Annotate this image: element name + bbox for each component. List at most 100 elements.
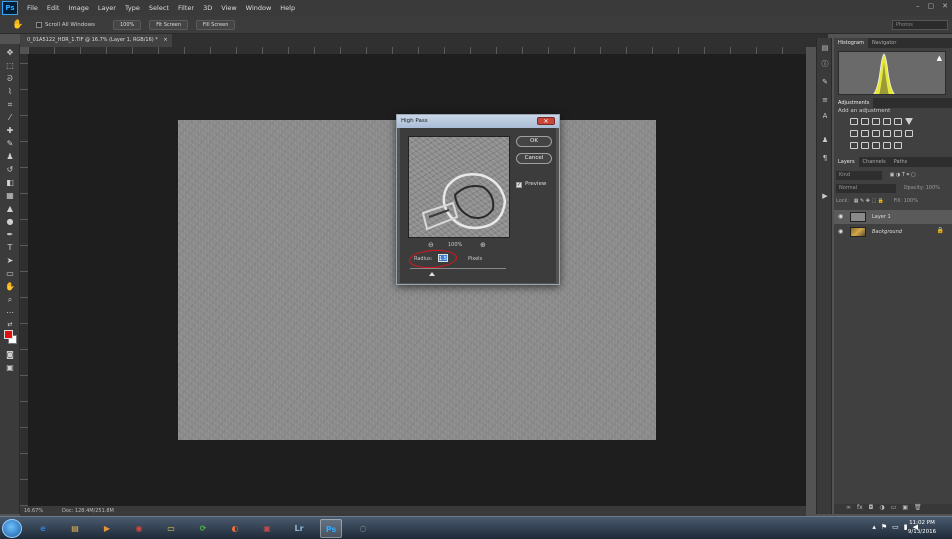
properties-panel-icon[interactable]: ≡ xyxy=(820,96,830,105)
menu-help[interactable]: Help xyxy=(280,4,295,12)
taskbar-app-app-11[interactable]: ◌ xyxy=(352,519,374,538)
visibility-eye-icon[interactable]: ◉ xyxy=(838,213,843,220)
status-zoom[interactable]: 16.67% xyxy=(24,506,43,516)
zoom-in-icon[interactable]: ⊕ xyxy=(480,241,486,249)
cancel-button[interactable]: Cancel xyxy=(516,153,552,164)
blend-mode-select[interactable]: Normal xyxy=(836,184,896,193)
taskbar-app-file-explorer[interactable]: ▤ xyxy=(64,519,86,538)
exposure-icon[interactable] xyxy=(883,118,891,125)
tab-channels[interactable]: Channels xyxy=(859,157,890,167)
zoom-tool-icon[interactable]: ⌕ xyxy=(4,295,16,305)
actions-panel-icon[interactable]: ▶ xyxy=(820,192,830,201)
gradient-tool-icon[interactable]: ▦ xyxy=(4,191,16,201)
link-layers-icon[interactable]: ∞ xyxy=(846,504,851,514)
clone-source-panel-icon[interactable]: ♟ xyxy=(820,136,830,145)
quick-select-tool-icon[interactable]: ⌇ xyxy=(4,87,16,97)
selective-color-icon[interactable] xyxy=(894,142,902,149)
brush-tool-icon[interactable]: ✎ xyxy=(4,139,16,149)
new-adjustment-icon[interactable]: ◑ xyxy=(879,504,884,514)
menu-filter[interactable]: Filter xyxy=(178,4,194,12)
more-tools-icon[interactable]: ⋯ xyxy=(4,308,16,318)
info-panel-icon[interactable]: ⓘ xyxy=(820,60,830,69)
document-tab[interactable]: 0_01A5122_HDR_1.TIF @ 16.7% (Layer 1, RG… xyxy=(20,34,172,47)
threshold-icon[interactable] xyxy=(872,142,880,149)
add-mask-icon[interactable]: ◘ xyxy=(869,504,874,514)
menu-3d[interactable]: 3D xyxy=(203,4,212,12)
healing-tool-icon[interactable]: ✚ xyxy=(4,126,16,136)
dodge-tool-icon[interactable]: ● xyxy=(4,217,16,227)
menu-select[interactable]: Select xyxy=(149,4,169,12)
quick-mask-icon[interactable]: ◙ xyxy=(4,350,16,360)
tab-histogram[interactable]: Histogram xyxy=(834,38,868,48)
channel-mixer-icon[interactable] xyxy=(894,130,902,137)
brightness-contrast-icon[interactable] xyxy=(850,118,858,125)
taskbar-clock[interactable]: 11:02 PM 9/13/2016 xyxy=(904,519,940,537)
tray-arrow-icon[interactable]: ▴ xyxy=(872,523,876,531)
lasso-tool-icon[interactable]: ᘐ xyxy=(4,74,16,84)
history-brush-tool-icon[interactable]: ↺ xyxy=(4,165,16,175)
type-tool-icon[interactable]: T xyxy=(4,243,16,253)
menu-window[interactable]: Window xyxy=(246,4,272,12)
tab-paths[interactable]: Paths xyxy=(890,157,912,167)
vibrance-icon[interactable] xyxy=(894,118,902,125)
hand-tool-icon[interactable]: ✋ xyxy=(4,282,16,292)
hand-tool-icon[interactable]: ✋ xyxy=(12,20,23,30)
taskbar-app-chrome[interactable]: ◉ xyxy=(128,519,150,538)
taskbar-app-media-player[interactable]: ▶ xyxy=(96,519,118,538)
opacity-field[interactable]: Opacity: 100% xyxy=(904,185,940,191)
fill-field[interactable]: Fill: 100% xyxy=(894,198,918,204)
swap-colors-icon[interactable]: ⇄ xyxy=(4,320,16,330)
fit-screen-button[interactable]: Fit Screen xyxy=(149,19,188,30)
hue-saturation-icon[interactable] xyxy=(850,130,858,137)
character-panel-icon[interactable]: A xyxy=(820,112,830,121)
screen-mode-icon[interactable]: ▣ xyxy=(4,363,16,373)
blur-tool-icon[interactable]: ▲ xyxy=(4,204,16,214)
gradient-triangle-icon[interactable] xyxy=(905,118,913,125)
taskbar-app-lightroom[interactable]: Lr xyxy=(288,519,310,538)
zoom-out-icon[interactable]: ⊖ xyxy=(428,241,434,249)
layer-row-background[interactable]: ◉ Background 🔒 xyxy=(834,225,952,239)
layer-row-layer-1[interactable]: ◉ Layer 1 xyxy=(834,210,952,224)
menu-layer[interactable]: Layer xyxy=(98,4,116,12)
black-white-icon[interactable] xyxy=(872,130,880,137)
histogram-warning-icon[interactable]: ▲ xyxy=(937,54,942,62)
filter-preview[interactable] xyxy=(408,136,510,238)
photo-filter-icon[interactable] xyxy=(883,130,891,137)
tab-layers[interactable]: Layers xyxy=(834,157,859,167)
color-lookup-icon[interactable] xyxy=(905,130,913,137)
close-tab-icon[interactable]: × xyxy=(163,37,167,43)
radius-slider-thumb[interactable] xyxy=(429,272,436,276)
menu-file[interactable]: File xyxy=(27,4,38,12)
menu-type[interactable]: Type xyxy=(125,4,140,12)
tab-adjustments[interactable]: Adjustments xyxy=(834,98,874,108)
path-select-tool-icon[interactable]: ➤ xyxy=(4,256,16,266)
filter-icons[interactable]: ▣ ◑ T ⌗ ▢ xyxy=(890,172,916,178)
curves-icon[interactable] xyxy=(872,118,880,125)
scroll-all-windows-checkbox[interactable] xyxy=(36,21,42,28)
invert-icon[interactable] xyxy=(850,142,858,149)
taskbar-app-firefox[interactable]: ◐ xyxy=(224,519,246,538)
foreground-color-swatch[interactable] xyxy=(4,330,13,339)
marquee-tool-icon[interactable]: ⬚ xyxy=(4,61,16,71)
posterize-icon[interactable] xyxy=(861,142,869,149)
start-button[interactable] xyxy=(2,519,22,538)
fill-screen-button[interactable]: Fill Screen xyxy=(195,19,236,30)
kind-filter-select[interactable]: Kind xyxy=(836,171,882,180)
maximize-icon[interactable]: ▢ xyxy=(928,2,935,10)
shape-tool-icon[interactable]: ▭ xyxy=(4,269,16,279)
move-tool-icon[interactable]: ✥ xyxy=(4,48,16,58)
ok-button[interactable]: OK xyxy=(516,136,552,147)
dialog-close-button[interactable]: ✕ xyxy=(537,117,555,125)
monitor-icon[interactable]: ▭ xyxy=(892,523,899,531)
tab-navigator[interactable]: Navigator xyxy=(868,38,900,48)
menu-edit[interactable]: Edit xyxy=(47,4,60,12)
flag-icon[interactable]: ⚑ xyxy=(881,523,887,531)
new-group-icon[interactable]: ▭ xyxy=(891,504,897,514)
levels-icon[interactable] xyxy=(861,118,869,125)
fx-icon[interactable]: fx xyxy=(857,504,863,514)
color-balance-icon[interactable] xyxy=(861,130,869,137)
taskbar-app-photoshop[interactable]: Ps xyxy=(320,519,342,538)
lock-icons[interactable]: ▦ ✎ ✥ ⬚ 🔒 xyxy=(854,198,884,204)
visibility-eye-icon[interactable]: ◉ xyxy=(838,228,843,235)
eraser-tool-icon[interactable]: ◧ xyxy=(4,178,16,188)
